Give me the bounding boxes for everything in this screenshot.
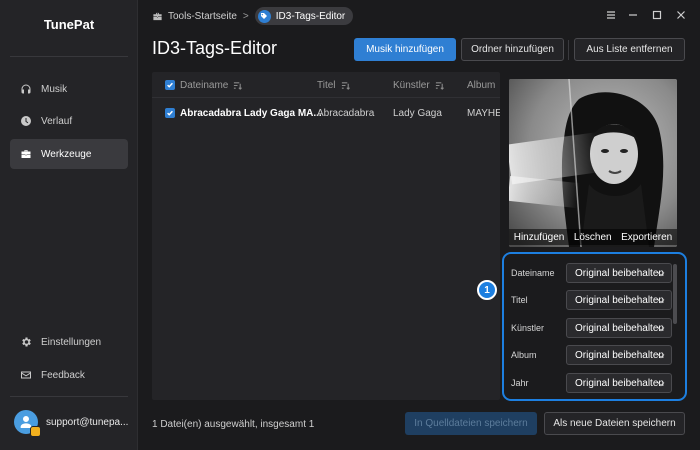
- column-header-title[interactable]: Titel: [317, 79, 350, 91]
- avatar: [14, 410, 41, 437]
- column-header-label: Album: [467, 79, 496, 91]
- add-music-button[interactable]: Musik hinzufügen: [354, 38, 456, 61]
- premium-badge-icon: [30, 426, 41, 437]
- sidebar-item-feedback[interactable]: Feedback: [10, 360, 128, 390]
- chevron-down-icon: [657, 354, 665, 359]
- field-label-filename: Dateiname: [511, 268, 555, 278]
- toolbox-icon: [20, 148, 32, 160]
- toolbar-divider: [568, 40, 569, 60]
- sidebar-item-label: Musik: [41, 83, 68, 95]
- sort-icon: [341, 81, 350, 90]
- column-header-label: Dateiname: [180, 79, 229, 91]
- app-logo: TunePat: [43, 17, 95, 32]
- close-icon[interactable]: [674, 8, 688, 22]
- select-value: Original beibehalten: [575, 267, 664, 279]
- tag-icon: [257, 9, 271, 23]
- chevron-down-icon: [657, 299, 665, 304]
- field-label-year: Jahr: [511, 378, 529, 388]
- artist-select[interactable]: Original beibehalten: [566, 318, 672, 338]
- tag-fields-panel: Dateiname Original beibehalten Titel Ori…: [502, 252, 687, 401]
- page-title: ID3-Tags-Editor: [152, 38, 278, 58]
- album-cover-image: [509, 79, 677, 247]
- remove-from-list-button[interactable]: Aus Liste entfernen: [574, 38, 685, 61]
- cell-filename: Abracadabra Lady Gaga MA...: [180, 107, 322, 119]
- sidebar: TunePat Musik Verlauf Werkzeuge Einstell…: [0, 0, 138, 450]
- fields-scrollbar[interactable]: [673, 264, 677, 324]
- file-table: Dateiname Titel Künstler Album Abracadab…: [152, 72, 500, 400]
- chevron-down-icon: [657, 272, 665, 277]
- save-to-source-button[interactable]: In Quelldateien speichern: [405, 412, 537, 435]
- chevron-down-icon: [657, 382, 665, 387]
- field-label-artist: Künstler: [511, 323, 545, 333]
- maximize-icon[interactable]: [650, 8, 664, 22]
- select-value: Original beibehalten: [575, 377, 664, 389]
- delete-cover-button[interactable]: Löschen: [574, 232, 612, 243]
- column-header-artist[interactable]: Künstler: [393, 79, 444, 91]
- user-email: support@tunepa...: [46, 416, 129, 428]
- column-header-album[interactable]: Album: [467, 79, 495, 91]
- year-select[interactable]: Original beibehalten: [566, 373, 672, 393]
- select-value: Original beibehalten: [575, 294, 664, 306]
- check-icon: [167, 82, 173, 88]
- select-all-checkbox[interactable]: [165, 80, 175, 90]
- cover-art: [509, 79, 677, 247]
- sort-icon: [234, 81, 243, 90]
- column-header-label: Titel: [317, 79, 336, 91]
- breadcrumb-current-label: ID3-Tags-Editor: [275, 10, 346, 22]
- filename-select[interactable]: Original beibehalten: [566, 263, 672, 283]
- headphones-icon: [20, 83, 32, 95]
- user-account[interactable]: support@tunepa...: [14, 408, 132, 437]
- chevron-down-icon: [657, 327, 665, 332]
- column-header-label: Künstler: [393, 79, 430, 91]
- toolbox-icon: [153, 12, 162, 20]
- title-select[interactable]: Original beibehalten: [566, 290, 672, 310]
- breadcrumb-separator: >: [242, 10, 249, 22]
- menu-icon[interactable]: [604, 8, 618, 22]
- breadcrumb: Tools-Startseite > ID3-Tags-Editor: [152, 7, 354, 25]
- export-cover-button[interactable]: Exportieren: [621, 232, 672, 243]
- sidebar-item-label: Werkzeuge: [41, 148, 92, 160]
- sidebar-item-werkzeuge[interactable]: Werkzeuge: [10, 139, 128, 169]
- row-checkbox[interactable]: [165, 108, 175, 118]
- cell-title: Abracadabra: [317, 107, 375, 119]
- sidebar-divider: [10, 56, 128, 57]
- breadcrumb-home[interactable]: Tools-Startseite: [168, 11, 237, 22]
- sort-icon: [435, 81, 444, 90]
- sidebar-item-verlauf[interactable]: Verlauf: [10, 106, 128, 136]
- mail-icon: [20, 369, 32, 381]
- field-label-title: Titel: [511, 295, 528, 305]
- field-label-album: Album: [511, 350, 537, 360]
- cell-artist: Lady Gaga: [393, 107, 442, 119]
- step-callout-badge: 1: [477, 280, 497, 300]
- select-value: Original beibehalten: [575, 322, 664, 334]
- add-cover-button[interactable]: Hinzufügen: [514, 232, 565, 243]
- sidebar-divider: [10, 396, 128, 397]
- check-icon: [167, 110, 173, 116]
- save-as-new-button[interactable]: Als neue Dateien speichern: [544, 412, 685, 435]
- column-header-filename[interactable]: Dateiname: [180, 79, 243, 91]
- minimize-icon[interactable]: [626, 8, 640, 22]
- clock-icon: [20, 115, 32, 127]
- sidebar-item-label: Einstellungen: [41, 336, 102, 348]
- breadcrumb-current: ID3-Tags-Editor: [254, 7, 354, 25]
- selection-status: 1 Datei(en) ausgewählt, insgesamt 1: [152, 419, 315, 430]
- gear-icon: [20, 336, 32, 348]
- sidebar-item-musik[interactable]: Musik: [10, 74, 128, 104]
- sidebar-item-label: Verlauf: [41, 115, 73, 127]
- sidebar-item-einstellungen[interactable]: Einstellungen: [10, 327, 128, 357]
- cover-actions: Hinzufügen Löschen Exportieren: [509, 229, 677, 245]
- select-value: Original beibehalten: [575, 349, 664, 361]
- cell-album: MAYHE: [467, 107, 500, 119]
- album-select[interactable]: Original beibehalten: [566, 345, 672, 365]
- sidebar-item-label: Feedback: [41, 369, 85, 381]
- add-folder-button[interactable]: Ordner hinzufügen: [461, 38, 564, 61]
